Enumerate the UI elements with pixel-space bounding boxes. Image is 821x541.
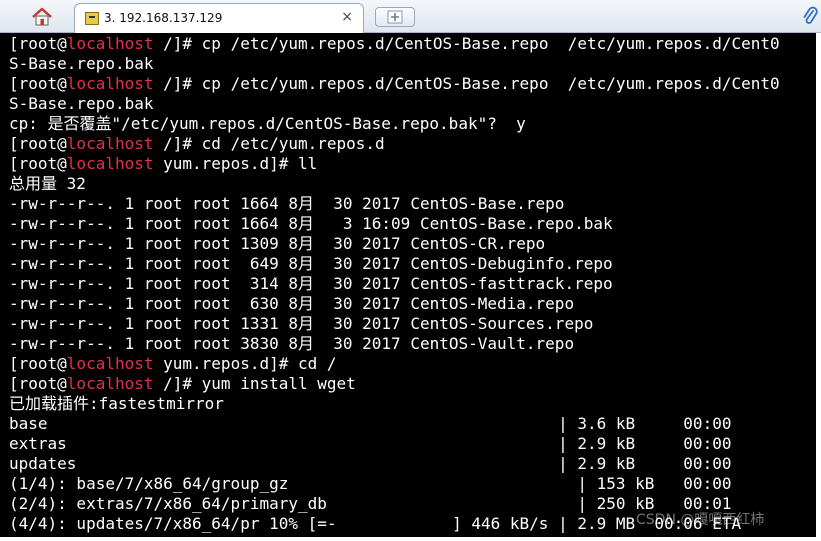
terminal-line: 总用量 32 [9,174,86,193]
terminal-line: -rw-r--r--. 1 root root 3830 8月 30 2017 … [9,334,575,353]
command-text: /]# cp /etc/yum.repos.d/CentOS-Base.repo… [153,74,780,93]
terminal-line: base | 3.6 kB 00:00 [9,414,732,433]
new-tab-button[interactable] [375,7,415,27]
prompt-host: localhost [66,134,154,153]
terminal-line: -rw-r--r--. 1 root root 1664 8月 30 2017 … [9,194,565,213]
prompt-host: localhost [66,74,154,93]
terminal-edge [816,33,821,537]
terminal-line: [root@localhost yum.repos.d]# ll [9,154,816,174]
prompt-user: [root@ [9,74,67,93]
prompt-user: [root@ [9,354,67,373]
terminal-session-icon [85,12,99,25]
terminal-line: -rw-r--r--. 1 root root 1664 8月 3 16:09 … [9,214,613,233]
terminal-line: -rw-r--r--. 1 root root 1309 8月 30 2017 … [9,234,546,253]
prompt-user: [root@ [9,34,67,53]
bottom-strip [0,537,821,541]
terminal-line: -rw-r--r--. 1 root root 1331 8月 30 2017 … [9,314,594,333]
tab-title: 3. 192.168.137.129 [104,11,223,25]
terminal-line: -rw-r--r--. 1 root root 630 8月 30 2017 C… [9,294,575,313]
prompt-user: [root@ [9,374,67,393]
terminal-line: [root@localhost /]# cp /etc/yum.repos.d/… [9,34,816,54]
prompt-host: localhost [66,374,154,393]
new-tab-plus-icon [387,10,403,24]
terminal-line: [root@localhost /]# yum install wget [9,374,816,394]
terminal-line: [root@localhost /]# cp /etc/yum.repos.d/… [9,74,816,94]
command-text: yum.repos.d]# ll [153,154,318,173]
prompt-host: localhost [66,154,154,173]
paperclip-icon [803,6,818,24]
command-text: /]# cd /etc/yum.repos.d [153,134,385,153]
attach-button[interactable] [800,4,820,28]
command-text: /]# cp /etc/yum.repos.d/CentOS-Base.repo… [153,34,780,53]
prompt-host: localhost [66,34,154,53]
terminal-line: -rw-r--r--. 1 root root 649 8月 30 2017 C… [9,254,613,273]
prompt-user: [root@ [9,134,67,153]
terminal-line: extras | 2.9 kB 00:00 [9,434,732,453]
terminal-output[interactable]: [root@localhost /]# cp /etc/yum.repos.d/… [0,33,816,537]
home-icon [32,7,52,26]
terminal-line: S-Base.repo.bak [9,94,154,113]
close-icon[interactable]: × [341,9,353,25]
terminal-line: cp: 是否覆盖"/etc/yum.repos.d/CentOS-Base.re… [9,114,526,133]
session-tab[interactable]: 3. 192.168.137.129 × [74,3,364,33]
terminal-line: [root@localhost yum.repos.d]# cd / [9,354,816,374]
tab-bar: 3. 192.168.137.129 × [0,0,821,33]
watermark: CSDN @嘎嘎西红柿 [636,512,765,528]
terminal-line: 已加载插件:fastestmirror [9,394,224,413]
prompt-user: [root@ [9,154,67,173]
terminal-line: updates | 2.9 kB 00:00 [9,454,732,473]
terminal-line: S-Base.repo.bak [9,54,154,73]
terminal-line: -rw-r--r--. 1 root root 314 8月 30 2017 C… [9,274,613,293]
prompt-host: localhost [66,354,154,373]
home-button[interactable] [26,5,58,29]
command-text: yum.repos.d]# cd / [153,354,337,373]
terminal-line: (1/4): base/7/x86_64/group_gz | 153 kB 0… [9,474,732,493]
terminal-line: [root@localhost /]# cd /etc/yum.repos.d [9,134,816,154]
command-text: /]# yum install wget [153,374,356,393]
